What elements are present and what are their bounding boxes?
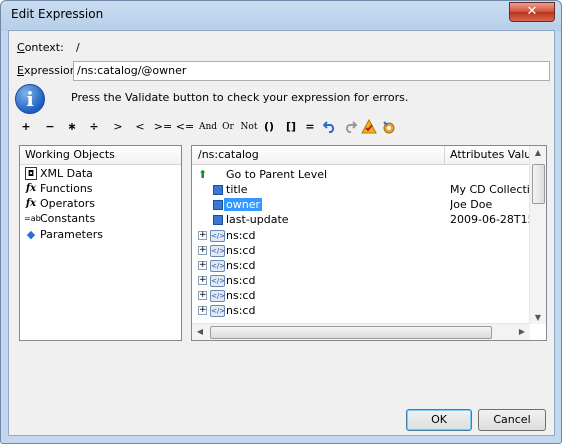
- tree-row-ns-cd[interactable]: + </> ns:cd: [192, 228, 532, 243]
- element-icon: </>: [210, 245, 226, 257]
- tree-row-ns-cd[interactable]: + </> ns:cd: [192, 303, 532, 318]
- context-value: /: [76, 41, 80, 54]
- element-icon: </>: [210, 230, 226, 242]
- parameters-icon: ◆: [26, 228, 36, 241]
- multiply-operator[interactable]: ∗: [65, 119, 79, 135]
- expand-icon[interactable]: +: [198, 276, 207, 285]
- less-equal-operator[interactable]: <=: [175, 119, 195, 135]
- tree-row-ns-cd[interactable]: + </> ns:cd: [192, 243, 532, 258]
- less-than-operator[interactable]: <: [133, 119, 147, 135]
- element-icon: </>: [210, 275, 226, 287]
- scroll-left-icon[interactable]: ◀: [193, 327, 207, 336]
- attribute-icon: [213, 200, 223, 210]
- go-up-arrow-icon: ⬆: [198, 168, 208, 181]
- ok-button[interactable]: OK: [406, 409, 472, 431]
- context-label: Context:: [17, 41, 64, 54]
- scroll-down-icon[interactable]: ▼: [531, 313, 545, 322]
- info-icon: i: [15, 84, 45, 114]
- element-icon: </>: [210, 305, 226, 317]
- settings-icon[interactable]: [381, 119, 397, 135]
- tree-row-ns-cd[interactable]: + </> ns:cd: [192, 273, 532, 288]
- attribute-icon: [213, 215, 223, 225]
- functions-icon: fx: [25, 183, 37, 194]
- tree-row-owner[interactable]: owner Joe Doe: [192, 197, 532, 212]
- tree-row-ns-cd[interactable]: + </> ns:cd: [192, 258, 532, 273]
- column-path[interactable]: /ns:catalog: [198, 146, 259, 164]
- horizontal-scrollbar[interactable]: ◀ ▶: [192, 323, 530, 340]
- attribute-icon: [213, 185, 223, 195]
- tree-row-ns-cd[interactable]: + </> ns:cd: [192, 288, 532, 303]
- vertical-scroll-thumb[interactable]: [532, 164, 545, 204]
- cancel-button[interactable]: Cancel: [478, 409, 546, 431]
- and-operator[interactable]: And: [197, 119, 219, 135]
- scroll-right-icon[interactable]: ▶: [515, 327, 529, 336]
- tree-header: /ns:catalog Attributes Values: [192, 146, 546, 165]
- expression-label: Expression:: [17, 64, 81, 77]
- expand-icon[interactable]: +: [198, 246, 207, 255]
- title-bar[interactable]: Edit Expression ✕: [1, 1, 561, 29]
- brackets-operator[interactable]: []: [283, 119, 299, 135]
- constants-icon: =ab: [24, 214, 41, 223]
- parentheses-operator[interactable]: (): [261, 119, 277, 135]
- expression-input[interactable]: /ns:catalog/@owner: [73, 61, 550, 81]
- vertical-scrollbar[interactable]: ▲ ▼: [529, 146, 546, 324]
- not-operator[interactable]: Not: [239, 119, 259, 135]
- working-objects-header: Working Objects: [20, 146, 181, 165]
- horizontal-scroll-thumb[interactable]: [210, 326, 492, 339]
- window-title: Edit Expression: [11, 7, 104, 21]
- tree-row-title[interactable]: title My CD Collection: [192, 182, 532, 197]
- tree-row-last-update[interactable]: last-update 2009-06-28T15:3…: [192, 212, 532, 227]
- tree-row-parent[interactable]: ⬆ Go to Parent Level: [192, 167, 532, 182]
- xml-data-icon: ◘: [25, 167, 37, 180]
- minus-operator[interactable]: −: [43, 119, 57, 135]
- expand-icon[interactable]: +: [198, 306, 207, 315]
- dialog-body: Context: / Expression: /ns:catalog/@owne…: [8, 30, 555, 436]
- greater-than-operator[interactable]: >: [111, 119, 125, 135]
- redo-icon[interactable]: [343, 119, 358, 135]
- validate-icon[interactable]: [361, 118, 377, 135]
- undo-icon[interactable]: [322, 119, 337, 135]
- or-operator[interactable]: Or: [219, 119, 237, 135]
- expand-icon[interactable]: +: [198, 261, 207, 270]
- scroll-up-icon[interactable]: ▲: [531, 148, 545, 157]
- close-button[interactable]: ✕: [509, 2, 555, 22]
- equals-operator[interactable]: =: [303, 119, 317, 135]
- edit-expression-dialog: Edit Expression ✕ Context: / Expression:…: [0, 0, 562, 444]
- xml-tree-panel: /ns:catalog Attributes Values ⬆ Go to Pa…: [191, 145, 547, 341]
- plus-operator[interactable]: +: [19, 119, 33, 135]
- operators-icon: fx: [25, 198, 37, 209]
- info-message: Press the Validate button to check your …: [71, 91, 409, 104]
- greater-equal-operator[interactable]: >=: [153, 119, 173, 135]
- divide-operator[interactable]: ÷: [87, 119, 101, 135]
- expand-icon[interactable]: +: [198, 291, 207, 300]
- close-icon: ✕: [526, 4, 538, 19]
- element-icon: </>: [210, 260, 226, 272]
- element-icon: </>: [210, 290, 226, 302]
- expand-icon[interactable]: +: [198, 231, 207, 240]
- working-objects-panel: Working Objects ◘ XML Data fx Functions …: [19, 145, 182, 341]
